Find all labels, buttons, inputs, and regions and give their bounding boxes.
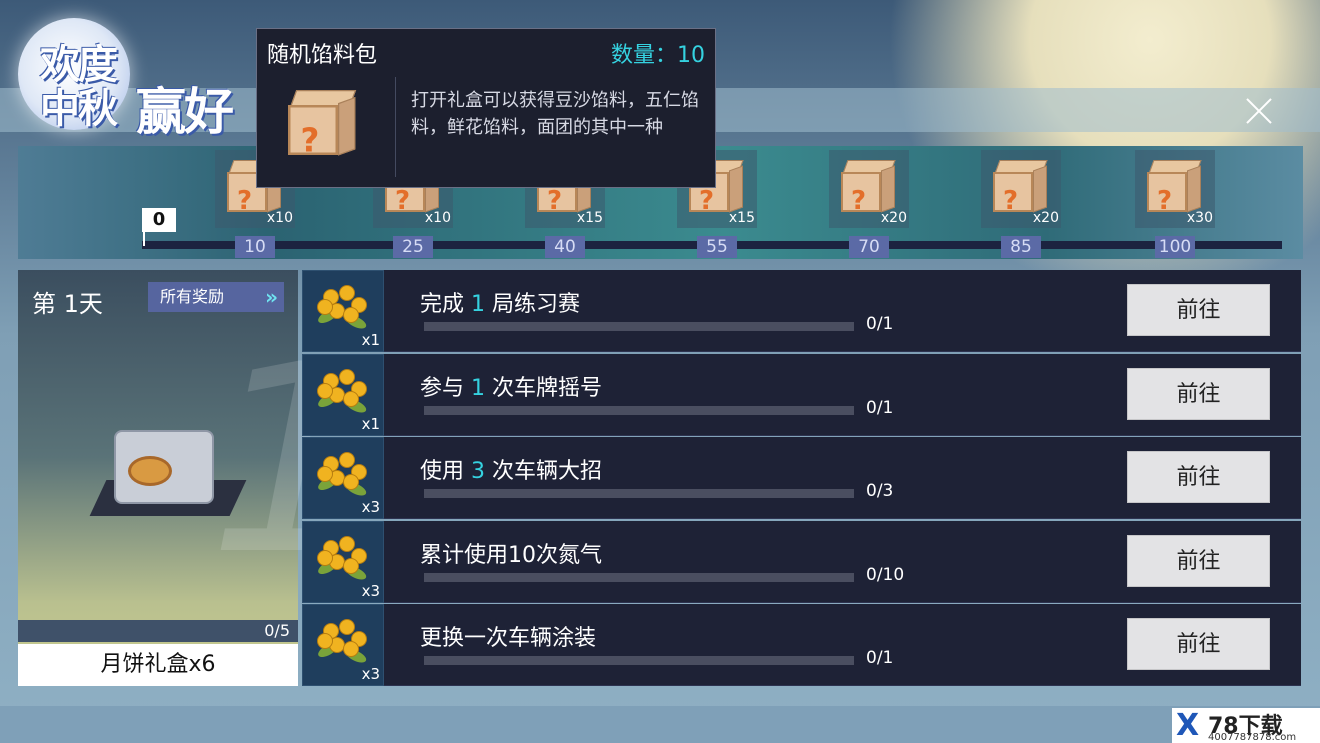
bottom-band: [0, 706, 1320, 743]
task-list: x1 完成 1 局练习赛 0/1 前往 x1 参与 1 次车牌摇号 0/1 前往…: [302, 270, 1301, 686]
task-label: 更换一次车辆涂装: [420, 626, 597, 651]
task-progress-bar: [424, 656, 854, 665]
task-row: x1 参与 1 次车牌摇号 0/1 前往: [302, 353, 1301, 436]
crate-icon: ?: [1147, 160, 1203, 216]
tooltip-quantity: 数量：10: [611, 43, 705, 68]
task-progress-bar: [424, 572, 854, 582]
day-card: 1 第 1天 所有奖励 » 0/5 月饼礼盒x6: [18, 270, 373, 686]
task-label: 累计使用10次氮气: [420, 542, 602, 568]
osmanthus-flower-icon: [315, 532, 371, 588]
site-watermark: X 78下载 4007787878.com: [1172, 708, 1320, 743]
task-row: x1 完成 1 局练习赛 0/1 前往: [302, 270, 1301, 352]
go-button[interactable]: 前往: [1127, 367, 1270, 420]
logo-line-2: 中秋: [40, 85, 118, 132]
day-reward-name: 月饼礼盒x6: [18, 644, 298, 686]
milestone-count: x15: [728, 210, 755, 226]
task-reward[interactable]: x3: [302, 437, 384, 519]
milestone-threshold: 25: [393, 236, 433, 258]
task-progress-text: 0/1: [866, 648, 894, 668]
milestone-threshold: 55: [697, 236, 737, 258]
milestone-count: x15: [576, 210, 603, 226]
item-tooltip: 随机馅料包 数量：10 ? 打开礼盒可以获得豆沙馅料，五仁馅料，鲜花馅料，面团的…: [256, 28, 716, 188]
task-reward[interactable]: x1: [302, 353, 384, 436]
go-button[interactable]: 前往: [1127, 451, 1270, 503]
current-points: 0: [142, 208, 176, 246]
task-row: x3 使用 3 次车辆大招 0/3 前往: [302, 437, 1301, 519]
task-row: x3 累计使用10次氮气 0/10 前往: [302, 520, 1301, 603]
task-reward[interactable]: x3: [302, 520, 384, 603]
task-progress-text: 0/10: [866, 564, 905, 585]
milestone-count: x10: [424, 210, 451, 226]
milestone-threshold: 40: [545, 236, 585, 258]
mooncake-gift-box-icon: [89, 420, 247, 530]
task-progress-text: 0/1: [866, 314, 894, 334]
day-progress: 0/5: [18, 620, 298, 642]
task-reward-count: x1: [361, 414, 380, 433]
task-reward-count: x1: [361, 331, 380, 349]
milestone-reward[interactable]: ? x20: [829, 150, 909, 228]
tooltip-description: 打开礼盒可以获得豆沙馅料，五仁馅料，鲜花馅料，面团的其中一种: [411, 90, 699, 138]
milestone-node[interactable]: ? x20 70: [829, 150, 909, 258]
tooltip-title: 随机馅料包: [267, 43, 378, 68]
milestone-threshold: 10: [235, 236, 275, 258]
milestone-count: x20: [1032, 210, 1059, 226]
task-reward[interactable]: x1: [302, 270, 384, 352]
osmanthus-flower-icon: [315, 281, 371, 337]
crate-icon: ?: [841, 160, 897, 216]
task-progress-bar: [424, 405, 854, 415]
milestone-threshold: 70: [849, 236, 889, 258]
all-rewards-label: 所有奖励: [160, 287, 225, 306]
task-progress-text: 0/3: [866, 481, 894, 501]
milestone-node[interactable]: ? x20 85: [981, 150, 1061, 258]
task-label: 使用 3 次车辆大招: [420, 459, 602, 484]
close-icon[interactable]: [1240, 92, 1278, 130]
double-chevron-icon: »: [265, 285, 278, 309]
task-label: 参与 1 次车牌摇号: [420, 375, 602, 401]
watermark-logo-icon: X: [1176, 708, 1200, 743]
go-button[interactable]: 前往: [1127, 284, 1270, 336]
crate-icon: ?: [271, 81, 391, 181]
task-progress-bar: [424, 322, 854, 331]
milestone-reward[interactable]: ? x30: [1135, 150, 1215, 228]
task-reward-count: x3: [361, 581, 380, 600]
go-button[interactable]: 前往: [1127, 618, 1270, 670]
all-rewards-button[interactable]: 所有奖励 »: [148, 282, 284, 312]
milestone-count: x10: [266, 210, 293, 226]
task-progress-bar: [424, 489, 854, 498]
day-label: 第 1天: [32, 290, 103, 318]
go-button[interactable]: 前往: [1127, 534, 1270, 587]
milestone-reward[interactable]: ? x20: [981, 150, 1061, 228]
logo-line-3: 赢好: [136, 82, 234, 141]
osmanthus-flower-icon: [315, 615, 371, 671]
milestone-threshold: 85: [1001, 236, 1041, 258]
milestone-node[interactable]: ? x30 100: [1135, 150, 1215, 258]
milestone-threshold: 100: [1155, 236, 1195, 258]
task-reward[interactable]: x3: [302, 604, 384, 686]
tooltip-divider: [395, 77, 396, 177]
task-progress-text: 0/1: [866, 397, 894, 418]
task-reward-count: x3: [361, 665, 380, 683]
milestone-count: x20: [880, 210, 907, 226]
osmanthus-flower-icon: [315, 365, 371, 421]
task-reward-count: x3: [361, 498, 380, 516]
crate-icon: ?: [993, 160, 1049, 216]
watermark-site: 4007787878.com: [1208, 732, 1297, 743]
osmanthus-flower-icon: [315, 448, 371, 504]
task-label: 完成 1 局练习赛: [420, 292, 580, 317]
event-logo: 欢度 中秋 赢好: [18, 18, 268, 141]
milestone-count: x30: [1186, 210, 1213, 226]
task-row: x3 更换一次车辆涂装 0/1 前往: [302, 604, 1301, 686]
